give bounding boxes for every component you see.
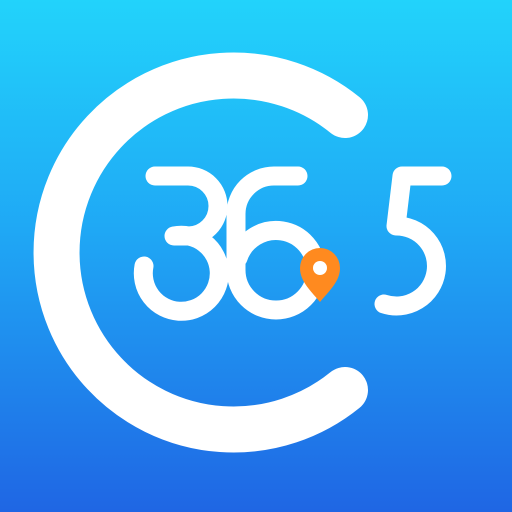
logo-digit-5 [374,166,452,316]
logo-digit-3 [133,166,229,321]
app-icon [0,0,512,512]
c365-logo [33,52,452,453]
logo-digit-6 [226,166,326,320]
